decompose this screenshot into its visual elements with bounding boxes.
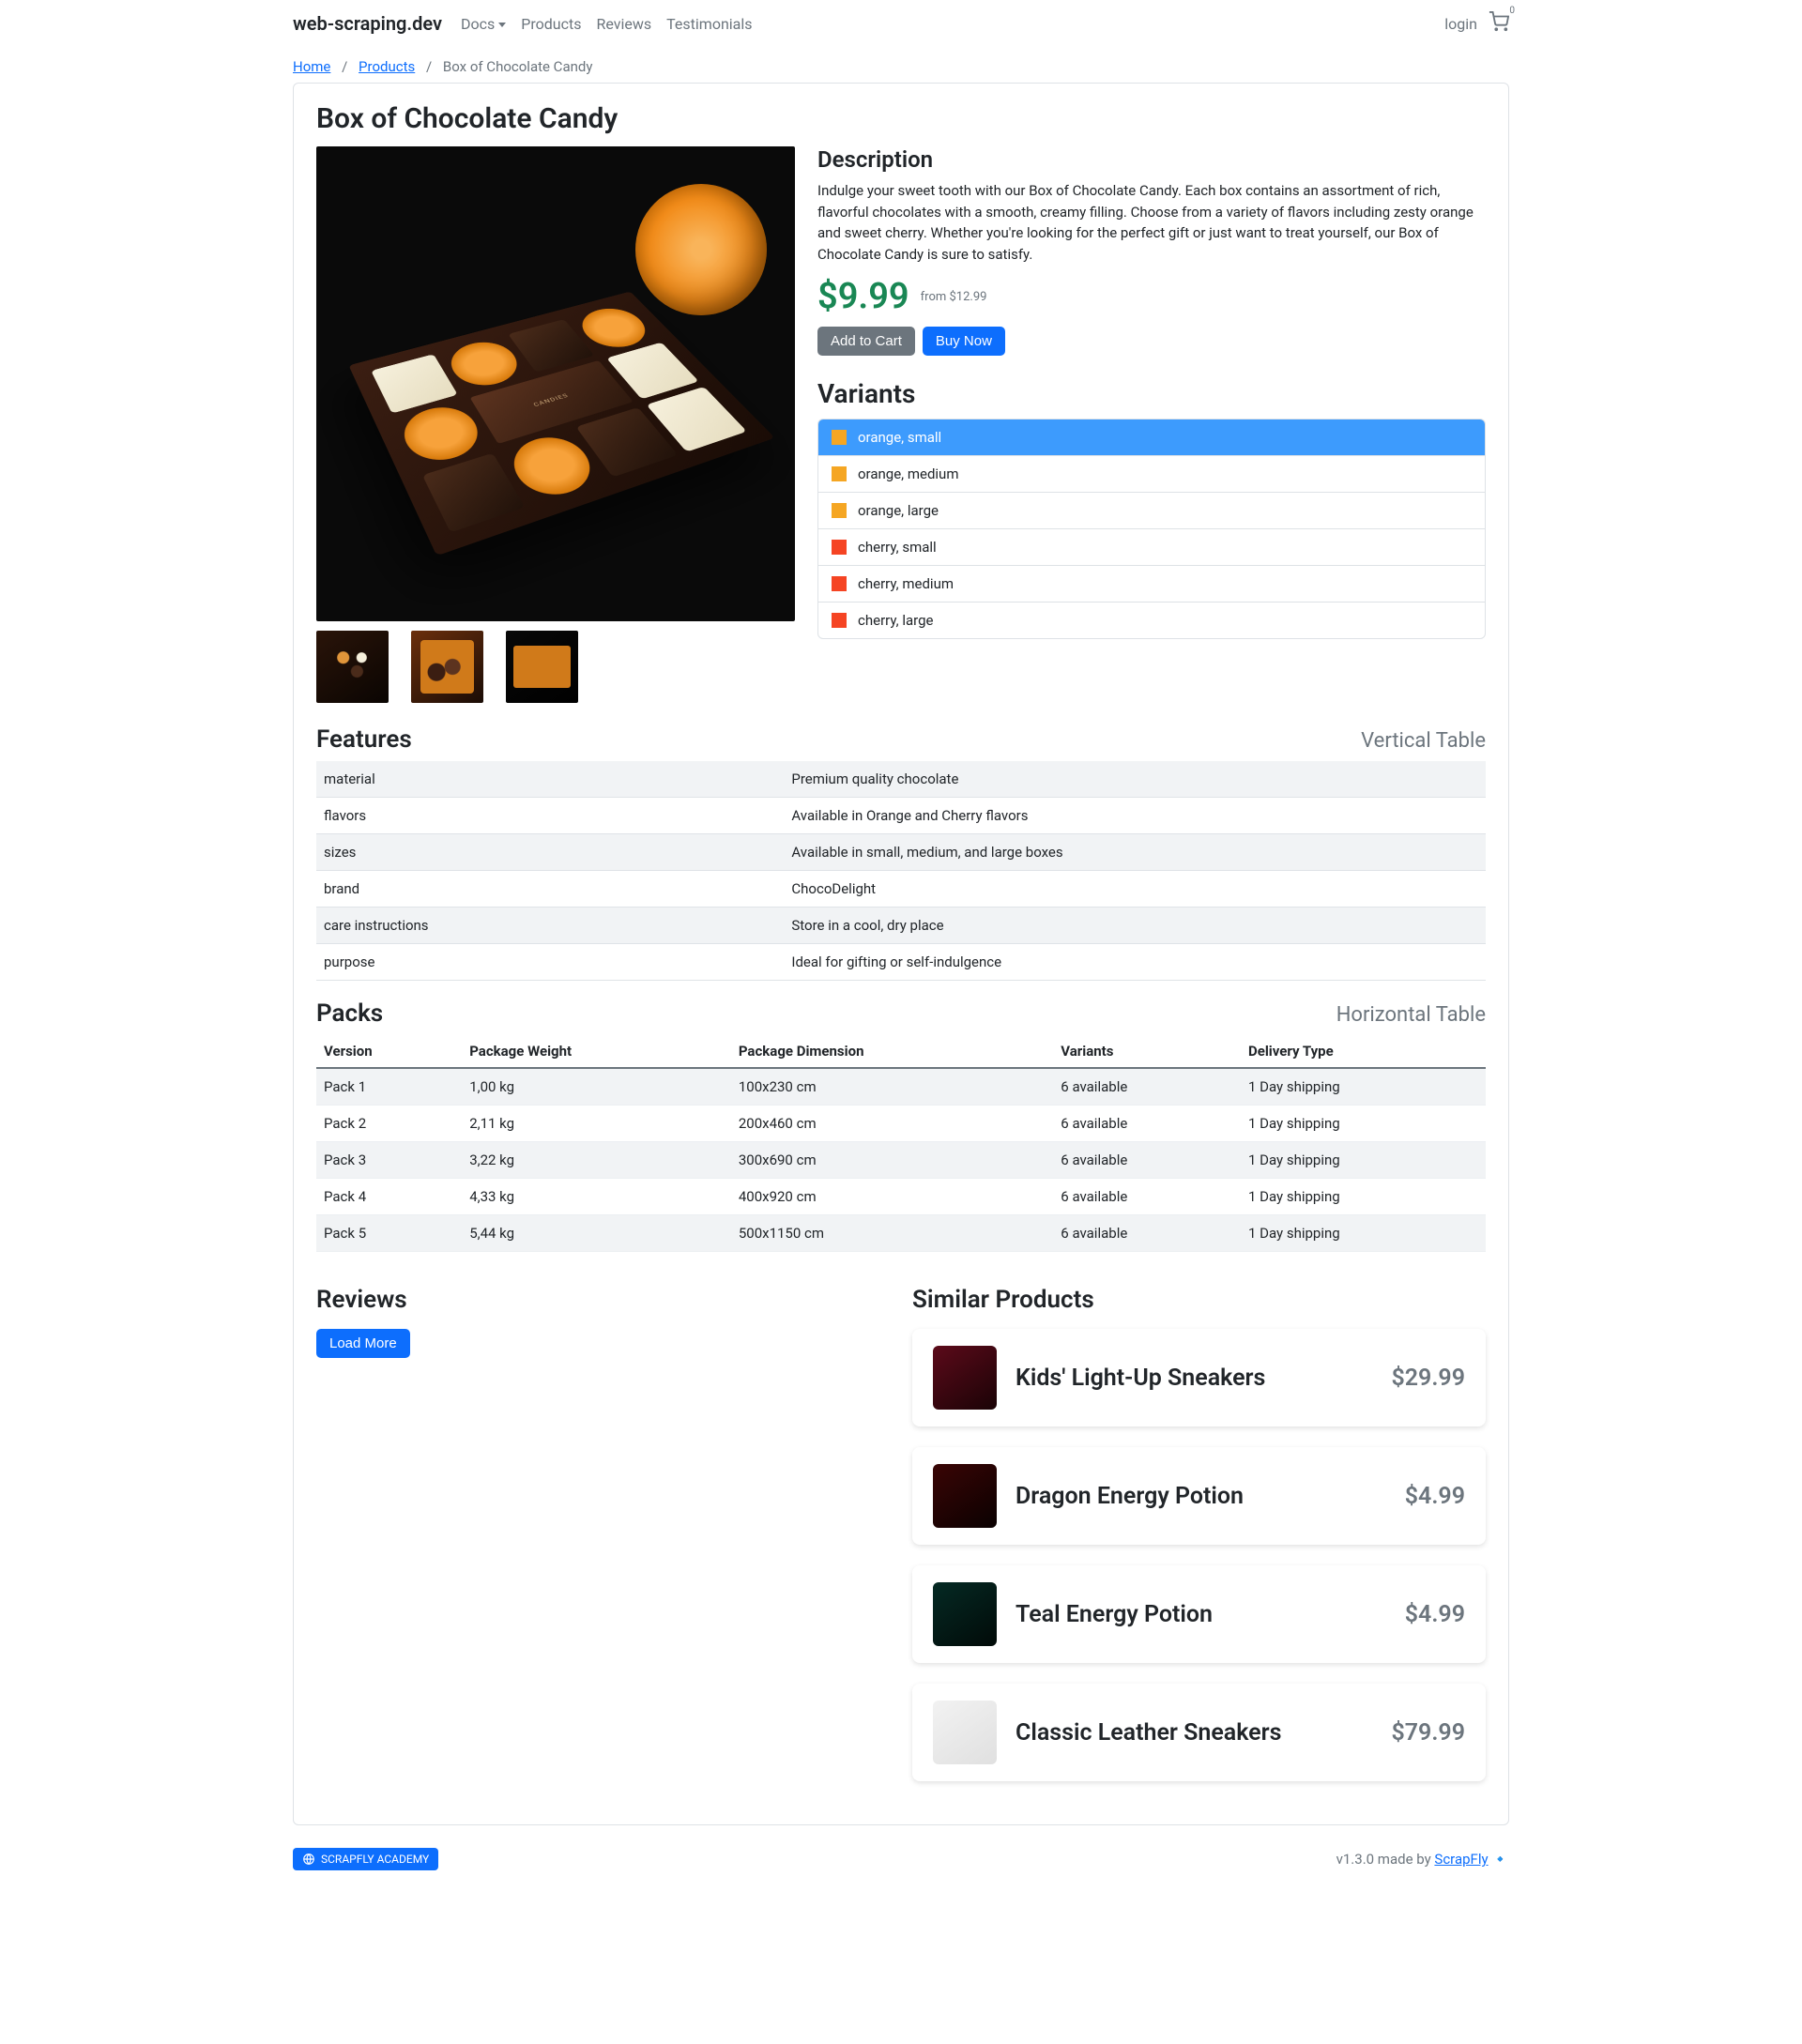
variant-label: cherry, large [858, 612, 933, 629]
breadcrumb: Home / Products / Box of Chocolate Candy [293, 47, 1509, 83]
table-row: Pack 22,11 kg200x460 cm6 available1 Day … [316, 1106, 1486, 1142]
similar-heading: Similar Products [912, 1286, 1486, 1314]
product-main-image: CANDIES [316, 146, 795, 621]
nav-docs[interactable]: Docs [461, 15, 506, 33]
variant-orange-large[interactable]: orange, large [818, 493, 1485, 529]
variant-orange-small[interactable]: orange, small [818, 419, 1485, 456]
variant-orange-medium[interactable]: orange, medium [818, 456, 1485, 493]
similar-thumb [933, 1464, 997, 1528]
features-table: materialPremium quality chocolateflavors… [316, 761, 1486, 981]
breadcrumb-products[interactable]: Products [359, 58, 415, 75]
features-heading: Features [316, 725, 412, 754]
similar-product-card[interactable]: Dragon Energy Potion $4.99 [912, 1447, 1486, 1545]
variant-cherry-medium[interactable]: cherry, medium [818, 566, 1485, 603]
load-more-button[interactable]: Load More [316, 1329, 410, 1358]
product-thumb-3[interactable] [506, 631, 578, 703]
similar-product-card[interactable]: Kids' Light-Up Sneakers $29.99 [912, 1329, 1486, 1426]
variant-cherry-small[interactable]: cherry, small [818, 529, 1485, 566]
table-row: flavorsAvailable in Orange and Cherry fl… [316, 798, 1486, 834]
variant-cherry-large[interactable]: cherry, large [818, 603, 1485, 638]
similar-title: Dragon Energy Potion [1016, 1483, 1386, 1510]
table-row: sizesAvailable in small, medium, and lar… [316, 834, 1486, 871]
nav-testimonials[interactable]: Testimonials [666, 15, 752, 33]
page-title: Box of Chocolate Candy [316, 102, 1486, 135]
similar-title: Classic Leather Sneakers [1016, 1719, 1372, 1747]
variant-label: cherry, medium [858, 575, 954, 592]
cherry-swatch-icon [832, 576, 847, 591]
cherry-swatch-icon [832, 613, 847, 628]
description-heading: Description [817, 146, 1486, 173]
cherry-swatch-icon [832, 540, 847, 555]
academy-badge[interactable]: SCRAPFLY ACADEMY [293, 1848, 438, 1870]
table-row: brandChocoDelight [316, 871, 1486, 908]
similar-product-card[interactable]: Classic Leather Sneakers $79.99 [912, 1684, 1486, 1781]
features-hint: Vertical Table [1361, 729, 1486, 753]
similar-thumb [933, 1701, 997, 1764]
product-thumb-2[interactable] [411, 631, 483, 703]
nav-products[interactable]: Products [521, 15, 581, 33]
buy-now-button[interactable]: Buy Now [923, 327, 1005, 356]
site-brand[interactable]: web-scraping.dev [293, 12, 442, 35]
footer-link[interactable]: ScrapFly [1434, 1851, 1488, 1868]
orange-swatch-icon [832, 503, 847, 518]
similar-title: Teal Energy Potion [1016, 1601, 1386, 1628]
nav-reviews[interactable]: Reviews [597, 15, 652, 33]
packs-table: VersionPackage WeightPackage DimensionVa… [316, 1035, 1486, 1252]
variants-heading: Variants [817, 378, 1486, 409]
variant-label: cherry, small [858, 539, 937, 556]
table-row: Pack 55,44 kg500x1150 cm6 available1 Day… [316, 1215, 1486, 1252]
table-row: purposeIdeal for gifting or self-indulge… [316, 944, 1486, 981]
reviews-heading: Reviews [316, 1286, 890, 1314]
similar-thumb [933, 1346, 997, 1410]
table-row: materialPremium quality chocolate [316, 761, 1486, 798]
similar-title: Kids' Light-Up Sneakers [1016, 1365, 1372, 1392]
similar-price: $79.99 [1391, 1719, 1465, 1747]
product-description: Indulge your sweet tooth with our Box of… [817, 180, 1486, 265]
footer-text: v1.3.0 made by ScrapFly 🔹 [1336, 1851, 1509, 1868]
academy-label: SCRAPFLY ACADEMY [321, 1853, 429, 1866]
table-row: Pack 33,22 kg300x690 cm6 available1 Day … [316, 1142, 1486, 1179]
add-to-cart-button[interactable]: Add to Cart [817, 327, 915, 356]
similar-price: $29.99 [1391, 1365, 1465, 1392]
orange-swatch-icon [832, 430, 847, 445]
packs-hint: Horizontal Table [1336, 1003, 1486, 1027]
table-row: Pack 44,33 kg400x920 cm6 available1 Day … [316, 1179, 1486, 1215]
similar-product-card[interactable]: Teal Energy Potion $4.99 [912, 1565, 1486, 1663]
variant-label: orange, medium [858, 465, 958, 482]
login-link[interactable]: login [1444, 15, 1477, 33]
orange-swatch-icon [832, 466, 847, 481]
similar-price: $4.99 [1405, 1483, 1465, 1510]
breadcrumb-home[interactable]: Home [293, 58, 330, 75]
similar-price: $4.99 [1405, 1601, 1465, 1628]
table-row: Pack 11,00 kg100x230 cm6 available1 Day … [316, 1068, 1486, 1106]
packs-heading: Packs [316, 999, 383, 1028]
variant-label: orange, large [858, 502, 939, 519]
variant-label: orange, small [858, 429, 941, 446]
breadcrumb-current: Box of Chocolate Candy [443, 58, 593, 75]
product-old-price: from $12.99 [921, 290, 987, 304]
product-price: $9.99 [817, 276, 909, 317]
similar-thumb [933, 1582, 997, 1646]
cart-count: 0 [1509, 6, 1515, 16]
product-thumb-1[interactable] [316, 631, 389, 703]
cart-icon[interactable]: 0 [1489, 11, 1509, 36]
table-row: care instructionsStore in a cool, dry pl… [316, 908, 1486, 944]
